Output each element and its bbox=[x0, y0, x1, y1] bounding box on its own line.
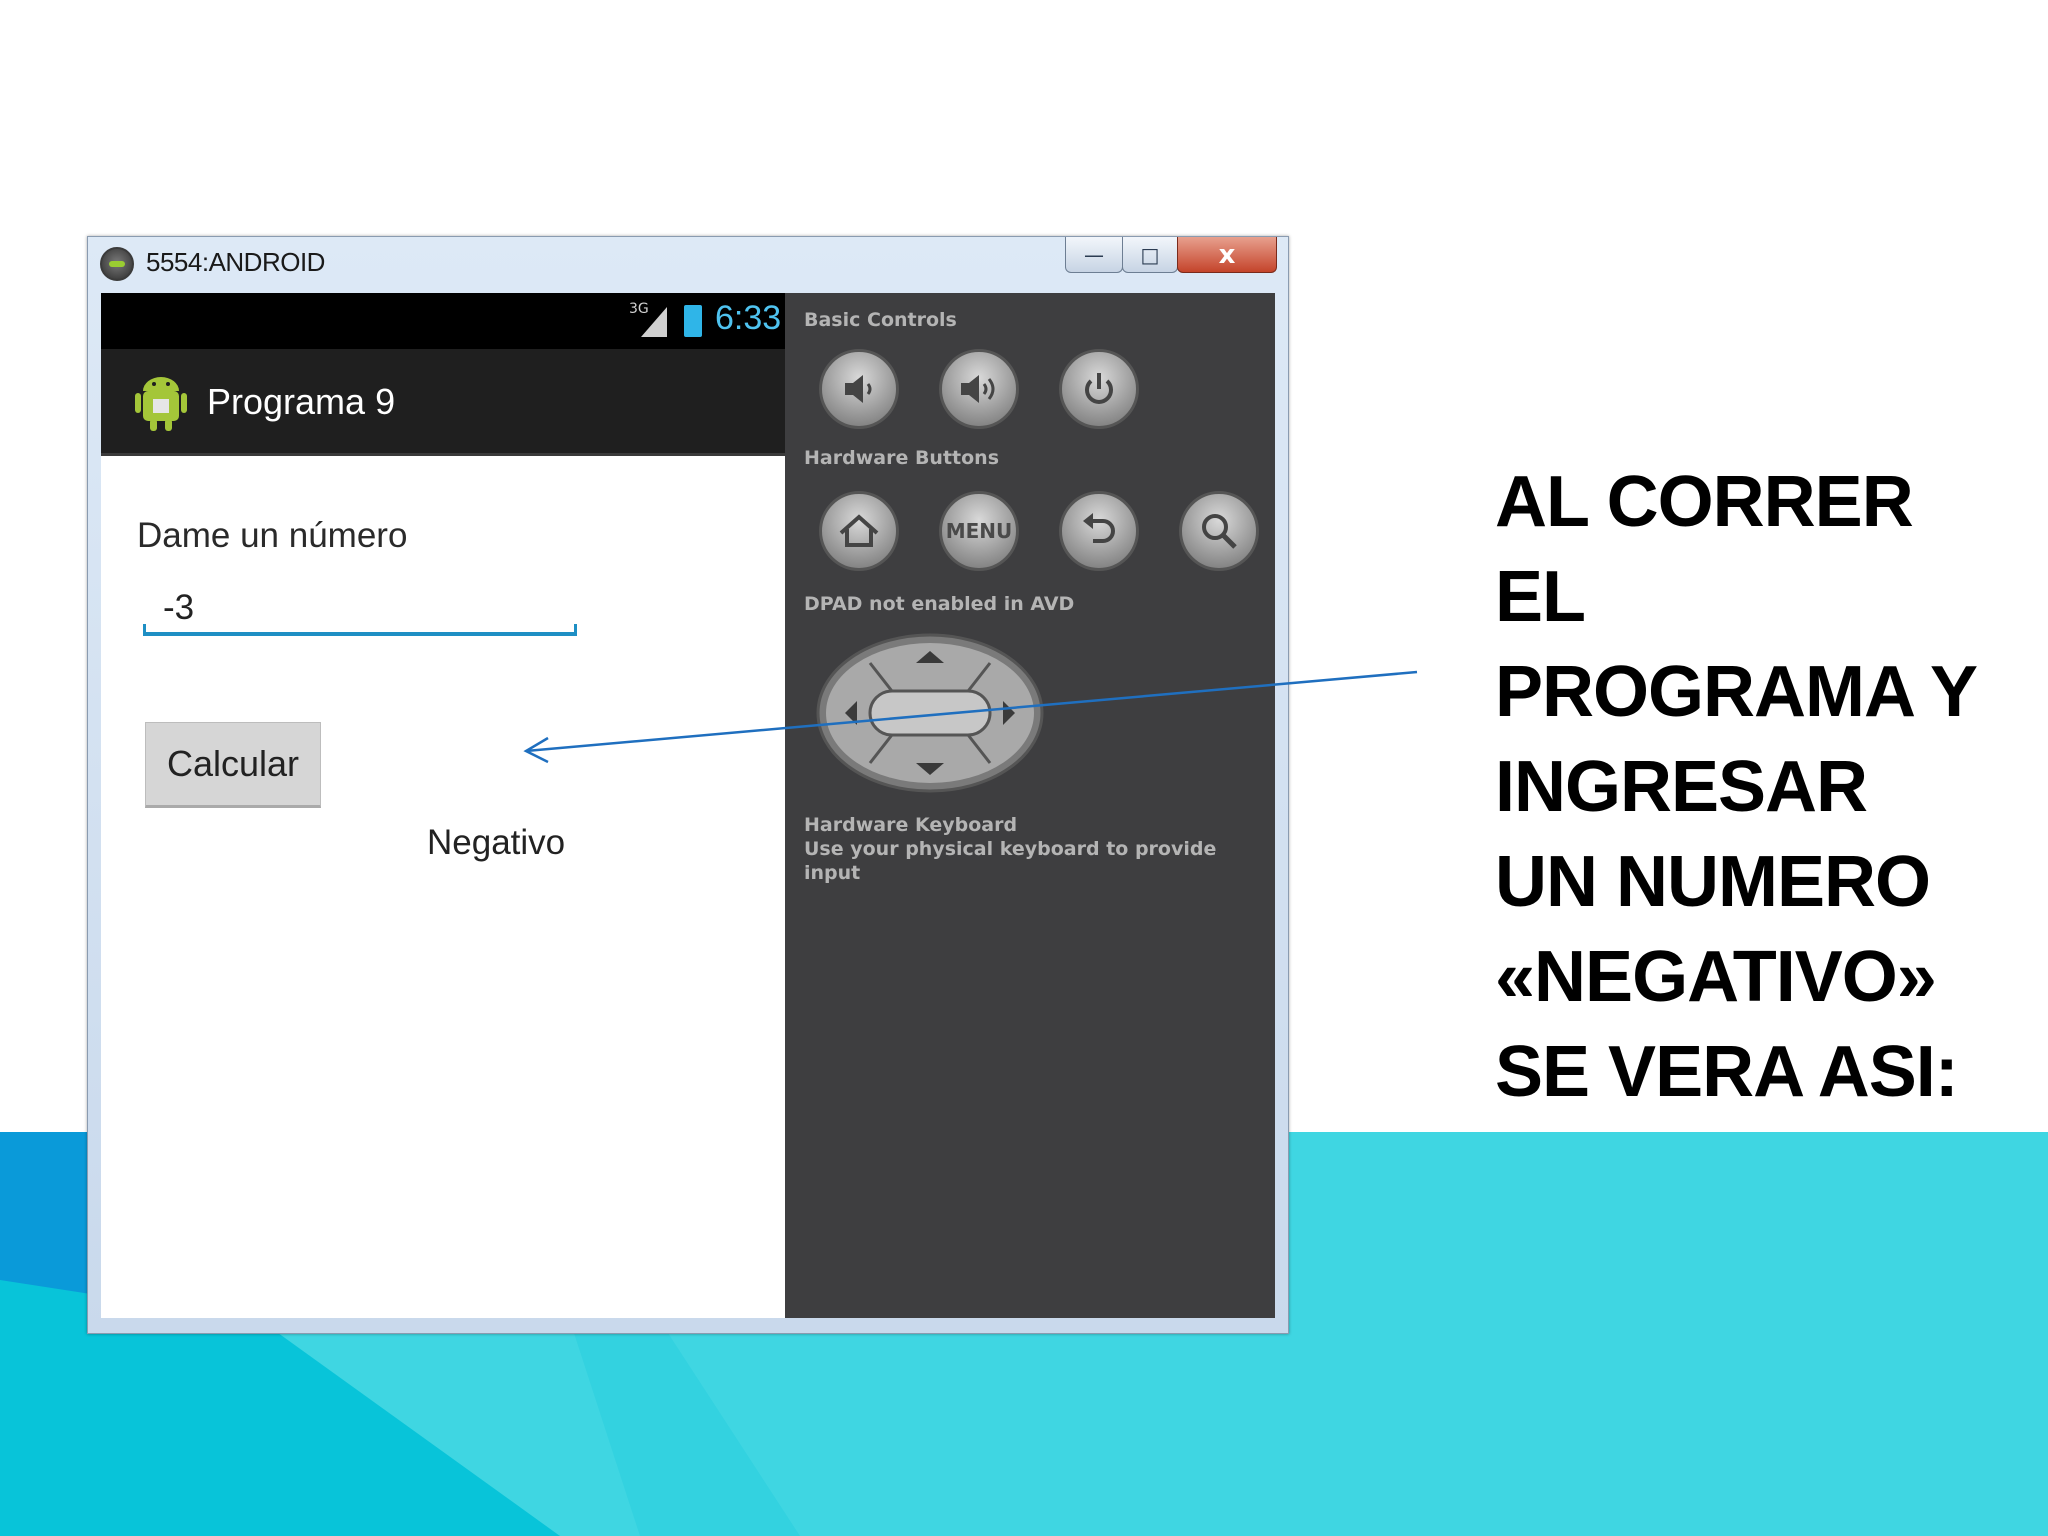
app-content: Dame un número Calcular Negativo bbox=[101, 456, 785, 1318]
search-button[interactable] bbox=[1179, 491, 1259, 571]
back-button[interactable] bbox=[1059, 491, 1139, 571]
number-label: Dame un número bbox=[137, 516, 408, 555]
power-button[interactable] bbox=[1059, 349, 1139, 429]
maximize-icon: □ bbox=[1140, 242, 1160, 267]
heading-line: «NEGATIVO» bbox=[1495, 937, 1937, 1017]
keyboard-hint-title: Hardware Keyboard bbox=[804, 814, 1018, 836]
status-clock: 6:33 bbox=[715, 299, 782, 337]
signal-icon bbox=[641, 307, 667, 337]
home-icon bbox=[839, 514, 879, 547]
calculate-button[interactable]: Calcular bbox=[145, 722, 321, 808]
number-input[interactable] bbox=[143, 584, 577, 636]
status-bar: 3G 6:33 bbox=[101, 293, 785, 349]
emulator-window: 5554:ANDROID — □ x 3G 6:33 Programa 9 Da… bbox=[87, 236, 1289, 1334]
dpad-control[interactable] bbox=[815, 633, 1045, 793]
keyboard-hint: Hardware Keyboard Use your physical keyb… bbox=[804, 813, 1275, 885]
emulator-controls-panel: Basic Controls Hardware Buttons MENU DPA… bbox=[785, 293, 1275, 1318]
battery-icon bbox=[684, 305, 702, 337]
action-bar: Programa 9 bbox=[101, 349, 785, 456]
heading-line: AL CORRER bbox=[1495, 462, 1914, 542]
volume-up-button[interactable] bbox=[939, 349, 1019, 429]
input-underline-left bbox=[143, 624, 146, 636]
heading-line: UN NUMERO bbox=[1495, 842, 1931, 922]
menu-button[interactable]: MENU bbox=[939, 491, 1019, 571]
input-underline-right bbox=[574, 624, 577, 636]
android-robot-icon bbox=[135, 377, 187, 431]
heading-line: SE VERA ASI: bbox=[1495, 1032, 1959, 1112]
power-icon bbox=[1085, 373, 1113, 404]
maximize-button[interactable]: □ bbox=[1122, 237, 1178, 273]
home-button[interactable] bbox=[819, 491, 899, 571]
search-icon bbox=[1202, 514, 1237, 549]
basic-controls-label: Basic Controls bbox=[804, 309, 957, 331]
window-title: 5554:ANDROID bbox=[146, 247, 325, 277]
minimize-button[interactable]: — bbox=[1065, 237, 1123, 273]
slide-heading: AL CORRER EL PROGRAMA Y INGRESAR UN NUME… bbox=[1495, 455, 2015, 1120]
dpad-label: DPAD not enabled in AVD bbox=[804, 593, 1075, 615]
heading-line: PROGRAMA Y bbox=[1495, 652, 1978, 732]
back-icon bbox=[1083, 513, 1115, 543]
volume-down-button[interactable] bbox=[819, 349, 899, 429]
hardware-buttons-label: Hardware Buttons bbox=[804, 447, 1000, 469]
dpad-center-button bbox=[868, 689, 992, 737]
menu-button-label: MENU bbox=[945, 519, 1013, 543]
keyboard-hint-text: Use your physical keyboard to provide in… bbox=[804, 838, 1217, 884]
volume-down-icon bbox=[845, 375, 872, 403]
window-title-bar[interactable]: 5554:ANDROID — □ x bbox=[88, 237, 1288, 293]
minimize-icon: — bbox=[1084, 242, 1104, 267]
close-button[interactable]: x bbox=[1177, 237, 1277, 273]
heading-line: EL bbox=[1495, 557, 1586, 637]
app-title: Programa 9 bbox=[207, 381, 396, 422]
close-icon: x bbox=[1218, 239, 1236, 270]
android-emulator-icon bbox=[100, 247, 134, 281]
result-text: Negativo bbox=[427, 823, 566, 862]
phone-screen: 3G 6:33 Programa 9 Dame un número -3 Cal… bbox=[101, 293, 785, 1318]
volume-up-icon bbox=[961, 375, 995, 403]
heading-line: INGRESAR bbox=[1495, 747, 1868, 827]
